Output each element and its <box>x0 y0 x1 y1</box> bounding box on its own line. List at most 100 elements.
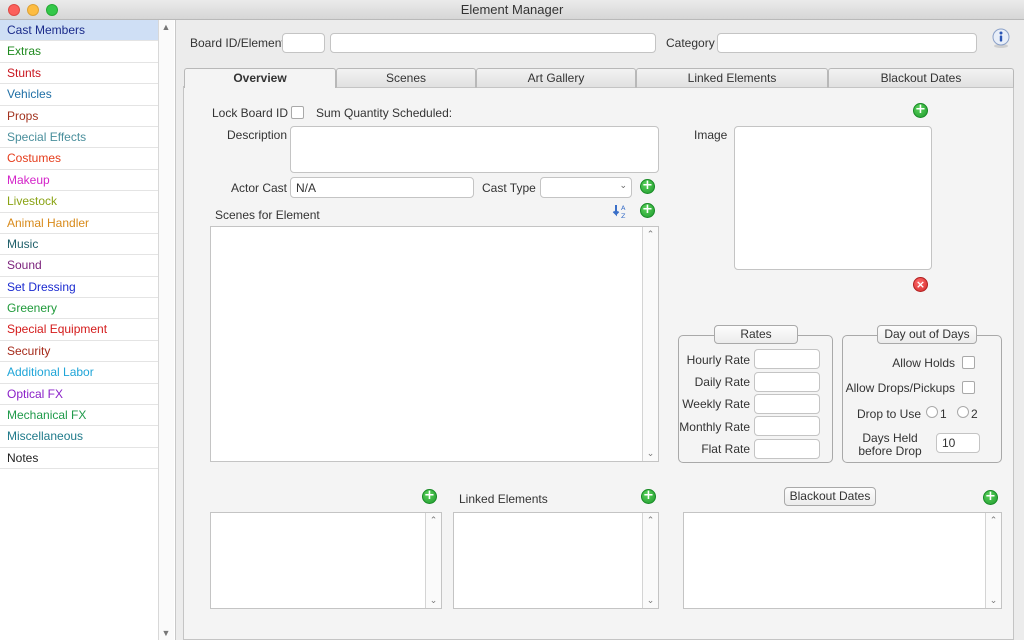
allow-drops-label: Allow Drops/Pickups <box>845 381 955 395</box>
board-id-input[interactable] <box>282 33 325 53</box>
sidebar-item-animal-handler[interactable]: Animal Handler <box>0 213 158 234</box>
left-bottom-list[interactable]: ⌃ ⌄ <box>210 512 442 609</box>
sidebar-item-cast-members[interactable]: Cast Members <box>0 20 158 42</box>
linked-elements-label: Linked Elements <box>459 492 548 506</box>
scroll-down-arrow-icon[interactable]: ⌄ <box>643 595 658 606</box>
sidebar-item-additional-labor[interactable]: Additional Labor <box>0 362 158 384</box>
linked-elements-list[interactable]: ⌃ ⌄ <box>453 512 659 609</box>
days-held-input[interactable]: 10 <box>936 433 980 453</box>
weekly-rate-input[interactable] <box>754 394 820 414</box>
lock-board-id-checkbox[interactable] <box>291 106 304 119</box>
sidebar-item-miscellaneous[interactable]: Miscellaneous <box>0 426 158 448</box>
tab-blackout-dates[interactable]: Blackout Dates <box>828 68 1014 88</box>
drop-to-use-option-2: 2 <box>971 407 978 421</box>
scroll-down-arrow-icon[interactable]: ⌄ <box>986 595 1001 606</box>
scroll-up-arrow-icon[interactable]: ▲ <box>159 22 173 32</box>
scroll-up-arrow-icon[interactable]: ⌃ <box>986 515 1001 526</box>
element-name-input[interactable] <box>330 33 656 53</box>
sidebar-item-music[interactable]: Music <box>0 234 158 256</box>
sidebar-item-mechanical-fx[interactable]: Mechanical FX <box>0 405 158 427</box>
sidebar-item-security[interactable]: Security <box>0 341 158 363</box>
scenes-for-element-label: Scenes for Element <box>215 208 320 222</box>
blackout-dates-scrollbar[interactable]: ⌃ ⌄ <box>985 513 1001 608</box>
drop-to-use-label: Drop to Use <box>857 407 922 421</box>
sidebar-item-greenery[interactable]: Greenery <box>0 298 158 320</box>
sidebar-item-special-effects[interactable]: Special Effects <box>0 127 158 149</box>
close-window-button[interactable] <box>8 4 20 16</box>
sidebar-item-livestock[interactable]: Livestock <box>0 191 158 213</box>
category-label: Category <box>666 36 715 50</box>
scenes-list[interactable]: ⌃ ⌄ <box>210 226 659 462</box>
left-list-scrollbar[interactable]: ⌃ ⌄ <box>425 513 441 608</box>
add-linked-element-plus-icon[interactable]: + <box>641 489 656 504</box>
hourly-rate-input[interactable] <box>754 349 820 369</box>
info-icon[interactable] <box>990 27 1012 49</box>
svg-text:Z: Z <box>621 212 626 219</box>
lock-board-id-label: Lock Board ID <box>212 106 289 120</box>
sidebar-item-costumes[interactable]: Costumes <box>0 148 158 170</box>
sidebar-item-notes[interactable]: Notes <box>0 448 158 470</box>
add-image-plus-icon[interactable]: + <box>913 103 928 118</box>
add-left-list-plus-icon[interactable]: + <box>422 489 437 504</box>
scroll-up-arrow-icon[interactable]: ⌃ <box>643 515 658 526</box>
add-scene-plus-icon[interactable]: + <box>640 203 655 218</box>
scroll-down-arrow-icon[interactable]: ▼ <box>159 628 173 638</box>
actor-cast-input[interactable] <box>290 177 474 198</box>
blackout-dates-button[interactable]: Blackout Dates <box>784 487 876 506</box>
tab-linked-elements[interactable]: Linked Elements <box>636 68 828 88</box>
scroll-down-arrow-icon[interactable]: ⌄ <box>643 448 658 459</box>
add-cast-type-plus-icon[interactable]: + <box>640 179 655 194</box>
sum-quantity-label: Sum Quantity Scheduled: <box>316 106 453 120</box>
day-out-of-days-title: Day out of Days <box>877 325 977 344</box>
allow-drops-checkbox[interactable] <box>962 381 975 394</box>
actor-cast-label: Actor Cast <box>231 181 288 195</box>
sidebar-item-props[interactable]: Props <box>0 106 158 127</box>
flat-rate-input[interactable] <box>754 439 820 459</box>
sidebar-item-stunts[interactable]: Stunts <box>0 63 158 85</box>
tab-scenes[interactable]: Scenes <box>336 68 476 88</box>
svg-text:A: A <box>621 204 626 212</box>
sidebar-item-set-dressing[interactable]: Set Dressing <box>0 277 158 299</box>
sidebar-item-sound[interactable]: Sound <box>0 255 158 277</box>
drop-to-use-radio-2[interactable] <box>957 406 969 418</box>
drop-to-use-radio-1[interactable] <box>926 406 938 418</box>
chevron-down-icon: ⌄ <box>619 180 627 190</box>
scroll-down-arrow-icon[interactable]: ⌄ <box>426 595 441 606</box>
scenes-scrollbar[interactable]: ⌃ ⌄ <box>642 227 658 461</box>
sidebar-scrollbar[interactable]: ▲ ▼ <box>158 20 174 640</box>
tab-overview[interactable]: Overview <box>184 68 336 88</box>
description-label: Description <box>227 128 288 142</box>
sidebar-item-makeup[interactable]: Makeup <box>0 170 158 192</box>
scroll-up-arrow-icon[interactable]: ⌃ <box>426 515 441 526</box>
scroll-up-arrow-icon[interactable]: ⌃ <box>643 229 658 240</box>
cast-type-select[interactable]: ⌄ <box>540 177 632 198</box>
daily-rate-input[interactable] <box>754 372 820 392</box>
allow-holds-label: Allow Holds <box>892 356 955 370</box>
remove-image-icon[interactable]: × <box>913 277 928 292</box>
image-well[interactable] <box>734 126 932 270</box>
window-title: Element Manager <box>460 2 564 17</box>
sidebar-item-optical-fx[interactable]: Optical FX <box>0 384 158 406</box>
monthly-rate-input[interactable] <box>754 416 820 436</box>
category-list: Cast Members Extras Stunts Vehicles Props Spe… <box>0 20 158 470</box>
add-blackout-date-plus-icon[interactable]: + <box>983 490 998 505</box>
category-sidebar: Cast Members Extras Stunts Vehicles Props Spe… <box>0 20 176 640</box>
blackout-dates-list[interactable]: ⌃ ⌄ <box>683 512 1002 609</box>
flat-rate-label: Flat Rate <box>701 442 750 456</box>
maximize-window-button[interactable] <box>46 4 58 16</box>
sort-az-icon[interactable]: A Z <box>612 203 628 220</box>
tab-art-gallery[interactable]: Art Gallery <box>476 68 636 88</box>
sidebar-item-extras[interactable]: Extras <box>0 41 158 63</box>
minimize-window-button[interactable] <box>27 4 39 16</box>
board-id-label: Board ID/Element <box>190 36 285 50</box>
rates-group-title: Rates <box>714 325 798 344</box>
sidebar-item-vehicles[interactable]: Vehicles <box>0 84 158 106</box>
daily-rate-label: Daily Rate <box>694 375 750 389</box>
days-held-label: Days Held before Drop <box>848 432 932 458</box>
monthly-rate-label: Monthly Rate <box>679 420 750 434</box>
sidebar-item-special-equipment[interactable]: Special Equipment <box>0 319 158 341</box>
description-textarea[interactable] <box>290 126 659 173</box>
allow-holds-checkbox[interactable] <box>962 356 975 369</box>
linked-elements-scrollbar[interactable]: ⌃ ⌄ <box>642 513 658 608</box>
category-input[interactable] <box>717 33 977 53</box>
